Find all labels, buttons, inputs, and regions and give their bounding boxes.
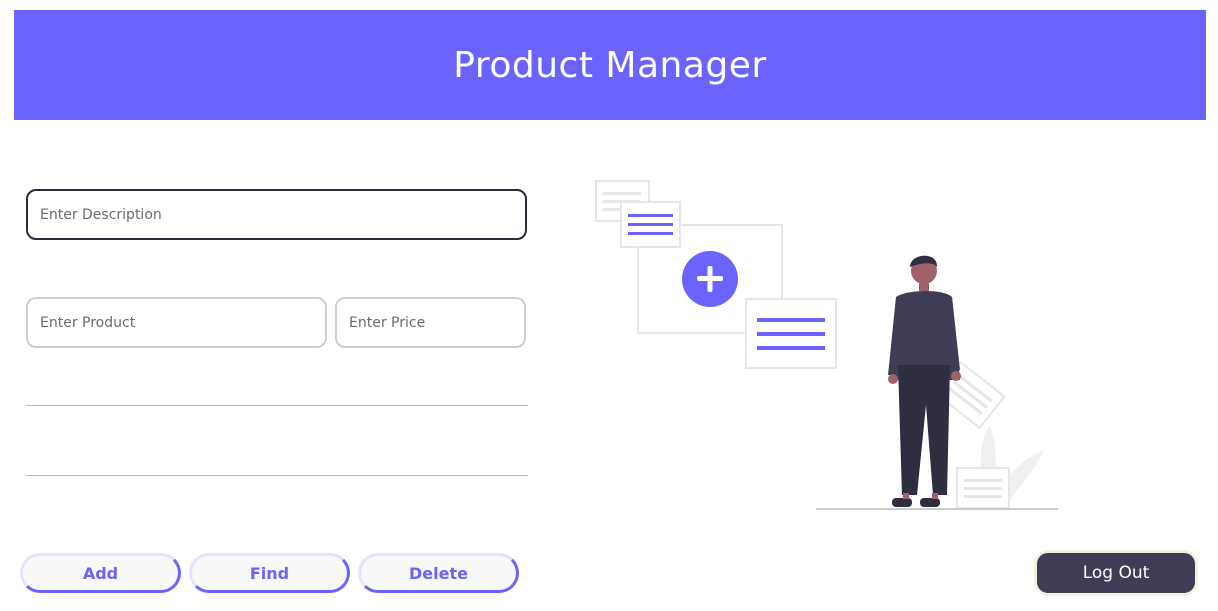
logout-button-label: Log Out	[1082, 563, 1150, 583]
add-button-label: Add	[82, 563, 119, 583]
product-input[interactable]	[26, 297, 327, 348]
description-input[interactable]	[26, 189, 527, 240]
divider-line	[26, 405, 528, 406]
app-window: Product Manager Enter Description Enter …	[0, 0, 1218, 611]
add-product-illustration	[595, 180, 1058, 510]
delete-button[interactable]: Delete	[358, 553, 519, 593]
plus-circle-icon	[682, 251, 738, 307]
document-icon	[745, 298, 837, 369]
price-input[interactable]	[335, 297, 526, 348]
delete-button-label: Delete	[409, 563, 468, 583]
page-title: Product Manager	[453, 44, 767, 86]
find-button[interactable]: Find	[189, 553, 350, 593]
header-bar: Product Manager	[14, 10, 1206, 120]
divider-line	[26, 475, 528, 476]
add-button[interactable]: Add	[20, 553, 181, 593]
document-icon	[620, 201, 681, 248]
logout-button[interactable]: Log Out	[1034, 550, 1198, 596]
find-button-label: Find	[249, 563, 290, 583]
document-icon	[956, 467, 1010, 509]
floor-line	[816, 508, 1058, 510]
